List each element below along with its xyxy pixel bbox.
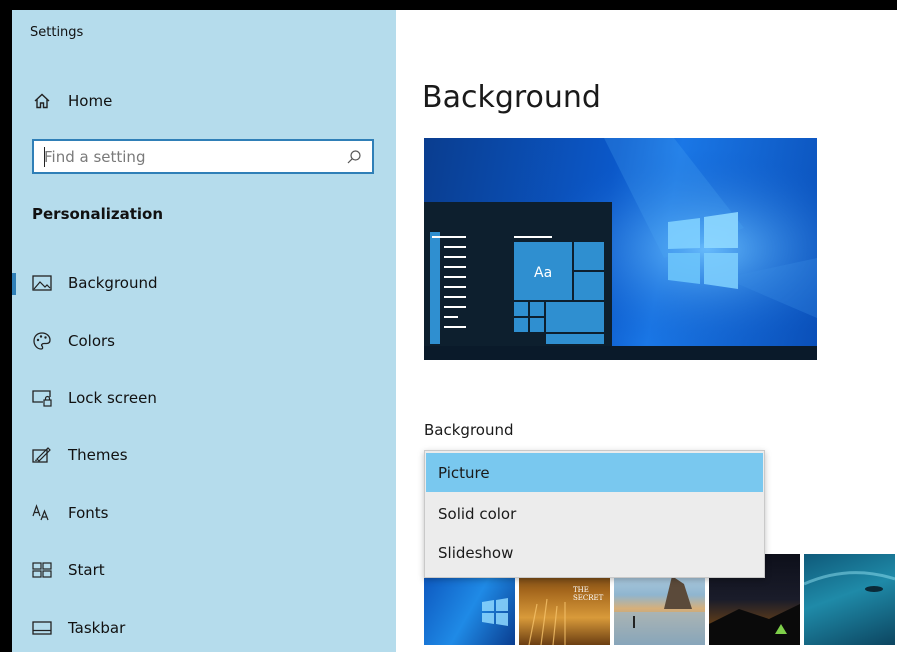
sidebar-item-colors[interactable]: Colors (12, 321, 396, 361)
preview-start-menu: Aa (424, 202, 612, 346)
main-content: Background Aa Background THE SECRET Pict… (396, 10, 897, 652)
dropdown-option-picture[interactable]: Picture (426, 453, 763, 492)
settings-window: Settings Home Personalization Background (12, 10, 897, 652)
sidebar-item-start[interactable]: Start (12, 550, 396, 590)
sidebar-item-themes[interactable]: Themes (12, 435, 396, 475)
preview-taskbar (424, 346, 817, 360)
start-icon (32, 560, 52, 580)
themes-icon (32, 445, 52, 465)
background-type-dropdown[interactable]: Picture Solid color Slideshow (424, 450, 765, 578)
dropdown-option-solid-color[interactable]: Solid color (426, 494, 763, 533)
sidebar-item-label: Start (68, 561, 105, 579)
background-type-label: Background (424, 421, 514, 439)
thumbnail-underwater[interactable] (804, 554, 895, 645)
sidebar-item-label: Colors (68, 332, 115, 350)
search-box[interactable] (32, 139, 374, 174)
sidebar-item-fonts[interactable]: Fonts (12, 493, 396, 533)
lock-screen-icon (32, 388, 52, 408)
sidebar-item-home[interactable]: Home (12, 81, 396, 121)
palette-icon (32, 331, 52, 351)
sidebar-item-label: Lock screen (68, 389, 157, 407)
sidebar-item-label: Themes (68, 446, 128, 464)
page-title: Background (422, 80, 601, 115)
preview-tile-label: Aa (534, 265, 553, 281)
search-icon[interactable] (346, 149, 362, 165)
sidebar-item-taskbar[interactable]: Taskbar (12, 608, 396, 648)
search-input[interactable] (44, 146, 334, 168)
section-title: Personalization (32, 205, 164, 223)
sidebar-item-background[interactable]: Background (12, 263, 396, 303)
dropdown-option-slideshow[interactable]: Slideshow (426, 533, 763, 572)
desktop-preview: Aa (424, 138, 817, 360)
picture-icon (32, 273, 52, 293)
fonts-icon (32, 503, 52, 523)
home-icon (32, 91, 52, 111)
sidebar-item-label: Taskbar (68, 619, 126, 637)
sidebar-item-lock-screen[interactable]: Lock screen (12, 378, 396, 418)
windows-logo-icon (482, 598, 508, 626)
sidebar-item-label: Home (68, 92, 113, 110)
sidebar: Settings Home Personalization Background (12, 10, 396, 652)
sidebar-item-label: Background (68, 274, 158, 292)
taskbar-icon (32, 618, 52, 638)
sidebar-item-label: Fonts (68, 504, 109, 522)
app-title: Settings (30, 25, 84, 40)
